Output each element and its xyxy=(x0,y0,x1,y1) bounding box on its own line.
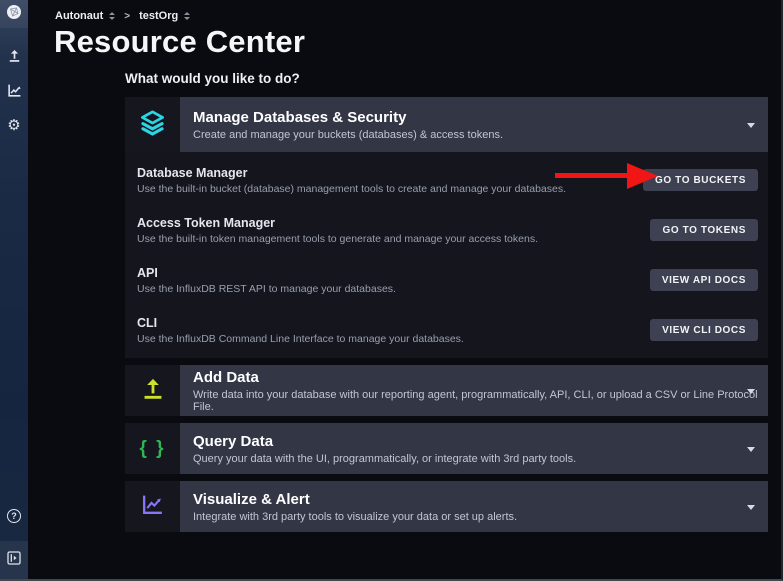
row-text: CLI Use the InfluxDB Command Line Interf… xyxy=(137,316,464,345)
account-name: Autonaut xyxy=(55,10,103,22)
chevron-down-icon xyxy=(747,447,755,452)
row-title: CLI xyxy=(137,316,464,330)
chevron-down-icon xyxy=(747,389,755,394)
card-add-data: Add Data Write data into your database w… xyxy=(125,365,768,416)
go-to-tokens-button[interactable]: GO TO TOKENS xyxy=(650,219,758,241)
chevron-right-icon: > xyxy=(124,11,130,22)
card-header-text: Add Data Write data into your database w… xyxy=(180,365,768,416)
row-description: Use the built-in bucket (database) manag… xyxy=(137,183,566,195)
app-window: ⚙ ? Autonaut > testOrg Resource C xyxy=(0,0,783,581)
view-cli-docs-button[interactable]: VIEW CLI DOCS xyxy=(650,319,758,341)
gear-icon: ⚙ xyxy=(7,118,20,133)
card-header-text: Query Data Query your data with the UI, … xyxy=(180,423,576,474)
card-description: Integrate with 3rd party tools to visual… xyxy=(193,511,517,523)
breadcrumb: Autonaut > testOrg xyxy=(55,7,190,25)
card-description: Query your data with the UI, programmati… xyxy=(193,453,576,465)
card-title: Query Data xyxy=(193,433,576,450)
card-title: Manage Databases & Security xyxy=(193,109,503,126)
view-api-docs-button[interactable]: VIEW API DOCS xyxy=(650,269,758,291)
influxdb-logo-icon xyxy=(6,4,22,25)
card-icon-cell: { } xyxy=(125,423,180,474)
influxdb-logo[interactable] xyxy=(0,0,28,28)
sidebar-item-help[interactable]: ? xyxy=(0,503,28,529)
resource-cards: Manage Databases & Security Create and m… xyxy=(125,97,768,532)
card-visualize-alert: Visualize & Alert Integrate with 3rd par… xyxy=(125,481,768,532)
row-database-manager: Database Manager Use the built-in bucket… xyxy=(125,155,768,205)
row-text: Access Token Manager Use the built-in to… xyxy=(137,216,538,245)
card-icon-cell xyxy=(125,365,180,416)
sidebar-item-settings[interactable]: ⚙ xyxy=(0,112,28,138)
layers-icon xyxy=(139,109,166,141)
breadcrumb-org-selector[interactable]: testOrg xyxy=(139,10,190,22)
sidebar-toggle-icon xyxy=(7,551,21,570)
row-cli: CLI Use the InfluxDB Command Line Interf… xyxy=(125,305,768,355)
sidebar-item-load-data[interactable] xyxy=(0,44,28,70)
row-description: Use the InfluxDB Command Line Interface … xyxy=(137,333,464,345)
row-title: API xyxy=(137,266,396,280)
sort-carets-icon xyxy=(184,12,190,20)
row-access-token-manager: Access Token Manager Use the built-in to… xyxy=(125,205,768,255)
graph-icon xyxy=(7,83,22,103)
card-header-query-data[interactable]: { } Query Data Query your data with the … xyxy=(125,423,768,474)
card-icon-cell xyxy=(125,97,180,152)
card-header-text: Visualize & Alert Integrate with 3rd par… xyxy=(180,481,517,532)
page-title: Resource Center xyxy=(54,24,305,60)
card-header-visualize-alert[interactable]: Visualize & Alert Integrate with 3rd par… xyxy=(125,481,768,532)
row-description: Use the InfluxDB REST API to manage your… xyxy=(137,283,396,295)
sidebar: ⚙ ? xyxy=(0,0,28,579)
card-query-data: { } Query Data Query your data with the … xyxy=(125,423,768,474)
card-header-text: Manage Databases & Security Create and m… xyxy=(180,97,503,152)
sidebar-item-data-explorer[interactable] xyxy=(0,80,28,106)
card-title: Visualize & Alert xyxy=(193,491,517,508)
row-title: Database Manager xyxy=(137,166,566,180)
line-chart-icon xyxy=(140,492,165,522)
card-icon-cell xyxy=(125,481,180,532)
org-name: testOrg xyxy=(139,10,178,22)
card-description: Write data into your database with our r… xyxy=(193,389,768,413)
row-text: API Use the InfluxDB REST API to manage … xyxy=(137,266,396,295)
card-header-add-data[interactable]: Add Data Write data into your database w… xyxy=(125,365,768,416)
sort-carets-icon xyxy=(109,12,115,20)
row-description: Use the built-in token management tools … xyxy=(137,233,538,245)
chevron-down-icon xyxy=(747,505,755,510)
sidebar-toggle[interactable] xyxy=(0,541,28,579)
upload-icon xyxy=(140,375,166,406)
card-title: Add Data xyxy=(193,369,768,386)
upload-icon xyxy=(7,47,22,67)
chevron-down-icon xyxy=(747,123,755,128)
help-icon: ? xyxy=(7,509,21,523)
row-text: Database Manager Use the built-in bucket… xyxy=(137,166,566,195)
row-api: API Use the InfluxDB REST API to manage … xyxy=(125,255,768,305)
braces-icon: { } xyxy=(139,438,165,460)
card-header-manage-databases[interactable]: Manage Databases & Security Create and m… xyxy=(125,97,768,152)
row-title: Access Token Manager xyxy=(137,216,538,230)
go-to-buckets-button[interactable]: GO TO BUCKETS xyxy=(643,169,758,191)
breadcrumb-account-selector[interactable]: Autonaut xyxy=(55,10,115,22)
page-subtitle: What would you like to do? xyxy=(125,71,300,86)
card-body-manage-databases: Database Manager Use the built-in bucket… xyxy=(125,152,768,358)
card-manage-databases: Manage Databases & Security Create and m… xyxy=(125,97,768,358)
card-description: Create and manage your buckets (database… xyxy=(193,129,503,141)
